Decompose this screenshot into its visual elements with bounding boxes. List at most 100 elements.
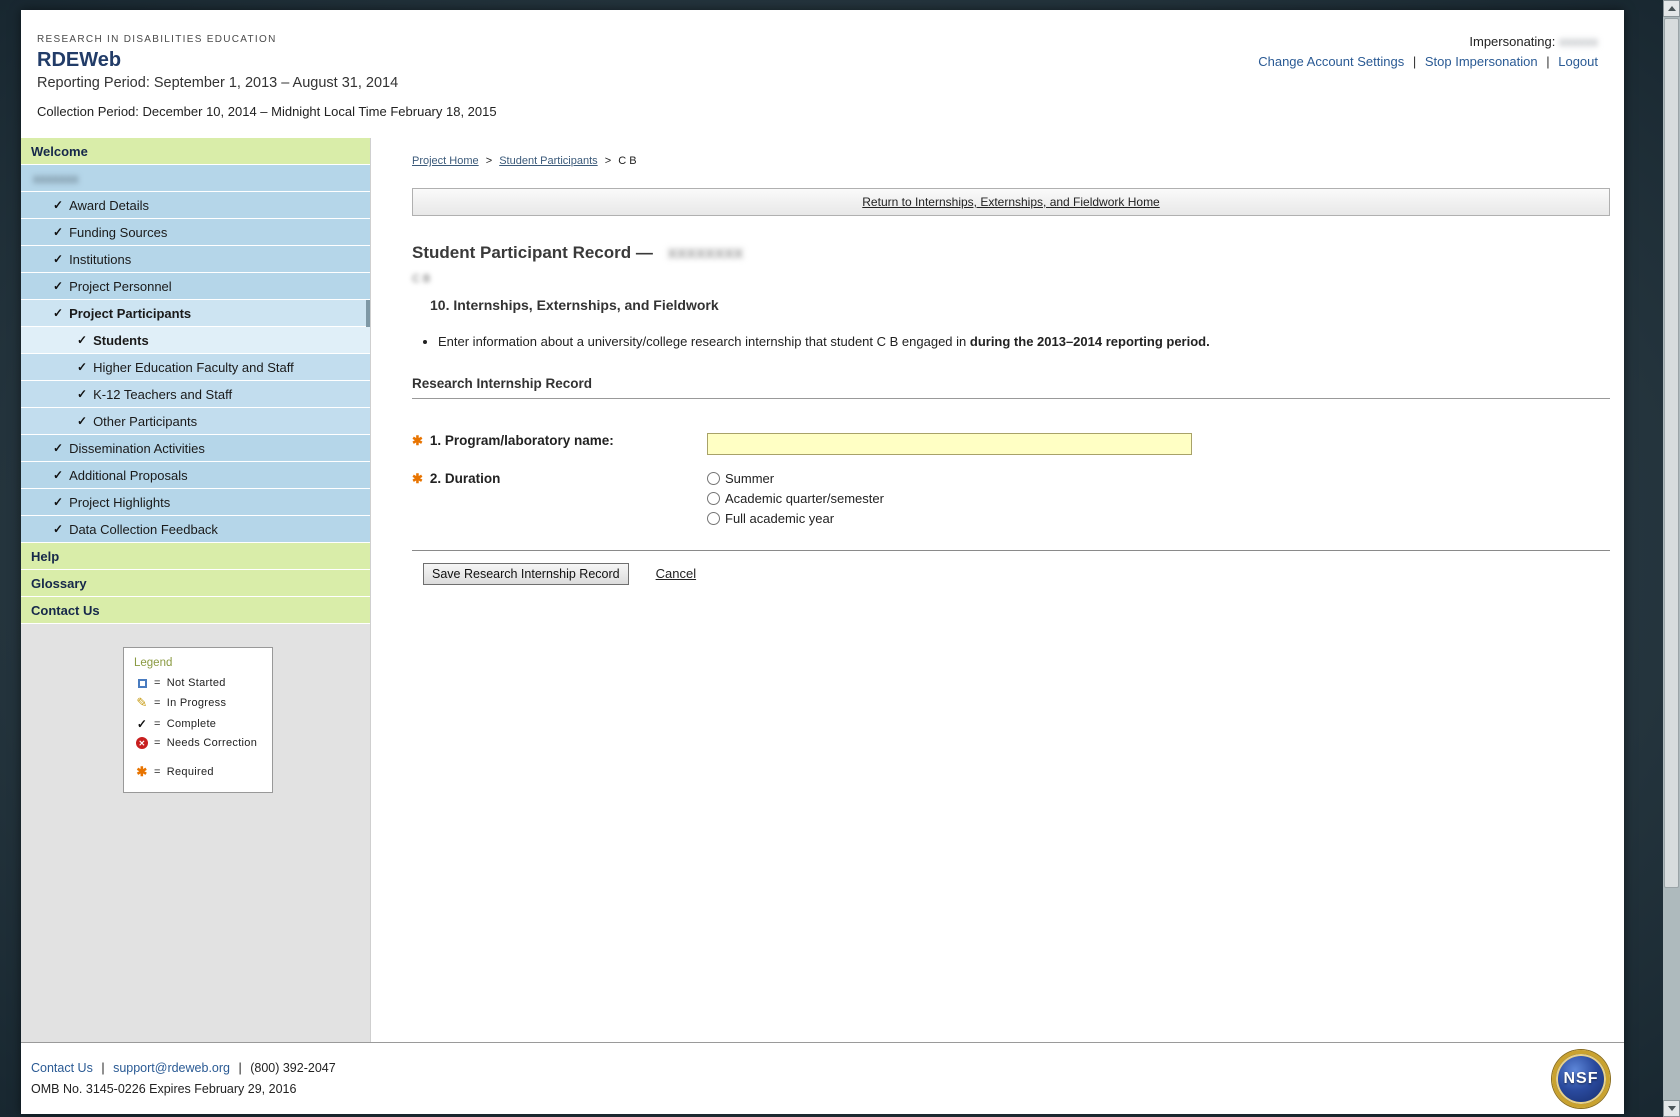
scroll-up-button[interactable] bbox=[1663, 0, 1680, 17]
scrollbar-thumb[interactable] bbox=[1664, 18, 1679, 888]
breadcrumb: Project Home > Student Participants > C … bbox=[412, 155, 1610, 167]
footer-separator: | bbox=[238, 1061, 242, 1075]
legend-row-in-progress: ✎ = In Progress bbox=[134, 695, 262, 711]
breadcrumb-project-home-link[interactable]: Project Home bbox=[412, 155, 479, 167]
collection-period: Collection Period: December 10, 2014 – M… bbox=[37, 104, 497, 119]
complete-check-icon: ✓ bbox=[53, 441, 64, 455]
change-account-settings-link[interactable]: Change Account Settings bbox=[1258, 54, 1404, 69]
arrow-up-icon bbox=[1667, 6, 1676, 11]
sidebar-item-label: Funding Sources bbox=[69, 224, 168, 240]
award-number-masked: xxxxxxx bbox=[33, 170, 79, 186]
link-separator: | bbox=[1546, 54, 1550, 69]
complete-check-icon: ✓ bbox=[53, 279, 64, 293]
sidebar-item-glossary[interactable]: Glossary bbox=[21, 570, 370, 597]
complete-check-icon: ✓ bbox=[53, 306, 64, 320]
breadcrumb-separator: > bbox=[604, 155, 612, 167]
sidebar-item-label: Additional Proposals bbox=[69, 467, 188, 483]
complete-check-icon: ✓ bbox=[77, 387, 88, 401]
sidebar-item-label: Institutions bbox=[69, 251, 132, 267]
legend-row-not-started: = Not Started bbox=[134, 677, 262, 689]
cancel-link[interactable]: Cancel bbox=[656, 566, 696, 581]
sidebar-item-label: Project Highlights bbox=[69, 494, 171, 510]
check-icon: ✓ bbox=[136, 717, 148, 731]
account-links: Change Account Settings | Stop Impersona… bbox=[1258, 54, 1598, 69]
student-name-masked: C B bbox=[412, 273, 431, 285]
pencil-icon: ✎ bbox=[136, 695, 148, 710]
required-asterisk-icon: ✱ bbox=[136, 764, 148, 779]
footer-contact-us-link[interactable]: Contact Us bbox=[31, 1061, 93, 1075]
sidebar-item-k12-teachers-staff[interactable]: ✓ K-12 Teachers and Staff bbox=[21, 381, 370, 408]
logout-link[interactable]: Logout bbox=[1558, 54, 1598, 69]
duration-option-academic-quarter[interactable]: Academic quarter/semester bbox=[707, 491, 884, 506]
sidebar-item-project-participants[interactable]: ✓ Project Participants bbox=[21, 300, 370, 327]
app-label: RESEARCH IN DISABILITIES EDUCATION bbox=[37, 34, 277, 45]
save-research-internship-button[interactable]: Save Research Internship Record bbox=[423, 562, 629, 585]
equals-sign: = bbox=[154, 677, 161, 689]
equals-sign: = bbox=[154, 718, 161, 730]
page-header: RESEARCH IN DISABILITIES EDUCATION RDEWe… bbox=[21, 10, 1624, 138]
program-name-label: ✱ 1. Program/laboratory name: bbox=[412, 433, 707, 449]
app-title: RDEWeb bbox=[37, 49, 122, 71]
instruction-bold: during the 2013–2014 reporting period. bbox=[969, 334, 1210, 349]
legend-title: Legend bbox=[134, 657, 173, 669]
instruction-list: Enter information about a university/col… bbox=[438, 333, 1610, 352]
sidebar-item-institutions[interactable]: ✓ Institutions bbox=[21, 246, 370, 273]
vertical-scrollbar[interactable] bbox=[1663, 0, 1680, 1117]
internship-form: ✱ 1. Program/laboratory name: ✱ 2. Durat… bbox=[412, 432, 1610, 585]
sidebar-item-award-number[interactable]: xxxxxxx bbox=[21, 165, 370, 192]
sidebar-item-award-details[interactable]: ✓ Award Details bbox=[21, 192, 370, 219]
sidebar-item-project-highlights[interactable]: ✓ Project Highlights bbox=[21, 489, 370, 516]
complete-check-icon: ✓ bbox=[53, 468, 64, 482]
nsf-logo: NSF bbox=[1552, 1049, 1610, 1108]
sidebar-item-other-participants[interactable]: ✓ Other Participants bbox=[21, 408, 370, 435]
sidebar-nav: Welcome xxxxxxx ✓ Award Details ✓ Fundin… bbox=[21, 138, 371, 1042]
sidebar-item-funding-sources[interactable]: ✓ Funding Sources bbox=[21, 219, 370, 246]
legend-label: Needs Correction bbox=[166, 737, 258, 749]
required-asterisk-icon: ✱ bbox=[412, 432, 423, 448]
program-name-row: ✱ 1. Program/laboratory name: bbox=[412, 432, 1610, 455]
duration-row: ✱ 2. Duration Summer Academic quarter/se… bbox=[412, 471, 1610, 526]
sidebar-item-students[interactable]: ✓ Students bbox=[21, 327, 370, 354]
form-actions: Save Research Internship Record Cancel bbox=[423, 562, 1610, 585]
instruction-item: Enter information about a university/col… bbox=[438, 333, 1610, 352]
scroll-down-button[interactable] bbox=[1663, 1100, 1680, 1117]
complete-check-icon: ✓ bbox=[53, 225, 64, 239]
form-divider bbox=[412, 549, 1610, 551]
complete-check-icon: ✓ bbox=[77, 414, 88, 428]
stop-impersonation-link[interactable]: Stop Impersonation bbox=[1425, 54, 1538, 69]
page-title-text: Student Participant Record — bbox=[412, 243, 653, 262]
sidebar-item-welcome[interactable]: Welcome bbox=[21, 138, 370, 165]
page-title: Student Participant Record — xxxxxxxx bbox=[412, 243, 1610, 263]
award-number-masked: xxxxxxxx bbox=[667, 243, 744, 262]
sidebar-item-data-collection-feedback[interactable]: ✓ Data Collection Feedback bbox=[21, 516, 370, 543]
duration-radio-academic-quarter[interactable] bbox=[707, 491, 720, 505]
legend-box: Legend = Not Started ✎ = In Progress ✓ =… bbox=[123, 647, 273, 793]
return-home-link[interactable]: Return to Internships, Externships, and … bbox=[862, 195, 1159, 209]
radio-label: Academic quarter/semester bbox=[725, 490, 884, 506]
sidebar-item-contact-us[interactable]: Contact Us bbox=[21, 597, 370, 624]
sidebar-item-project-personnel[interactable]: ✓ Project Personnel bbox=[21, 273, 370, 300]
sidebar-item-label: Contact Us bbox=[31, 602, 100, 618]
selected-item-indicator bbox=[366, 300, 370, 327]
sidebar-item-additional-proposals[interactable]: ✓ Additional Proposals bbox=[21, 462, 370, 489]
sidebar-item-label: Project Personnel bbox=[69, 278, 172, 294]
duration-radio-full-year[interactable] bbox=[707, 511, 720, 525]
duration-option-summer[interactable]: Summer bbox=[707, 471, 884, 486]
sidebar-item-label: Welcome bbox=[31, 143, 88, 159]
sidebar-item-dissemination-activities[interactable]: ✓ Dissemination Activities bbox=[21, 435, 370, 462]
breadcrumb-student-participants-link[interactable]: Student Participants bbox=[499, 155, 597, 167]
sidebar-item-label: Help bbox=[31, 548, 60, 564]
legend-row-required: ✱ = Required bbox=[134, 764, 262, 780]
footer-phone: (800) 392-2047 bbox=[250, 1061, 336, 1075]
complete-check-icon: ✓ bbox=[77, 360, 88, 374]
duration-option-full-year[interactable]: Full academic year bbox=[707, 511, 884, 526]
footer-support-email-link[interactable]: support@rdeweb.org bbox=[113, 1061, 230, 1075]
duration-radio-summer[interactable] bbox=[707, 471, 720, 485]
sidebar-item-help[interactable]: Help bbox=[21, 543, 370, 570]
sidebar-item-label: Students bbox=[93, 332, 149, 348]
program-name-input[interactable] bbox=[707, 432, 1192, 455]
sidebar-item-higher-ed-faculty-staff[interactable]: ✓ Higher Education Faculty and Staff bbox=[21, 354, 370, 381]
radio-label: Full academic year bbox=[725, 510, 835, 526]
complete-check-icon: ✓ bbox=[53, 198, 64, 212]
page-footer: Contact Us | support@rdeweb.org | (800) … bbox=[21, 1042, 1624, 1114]
